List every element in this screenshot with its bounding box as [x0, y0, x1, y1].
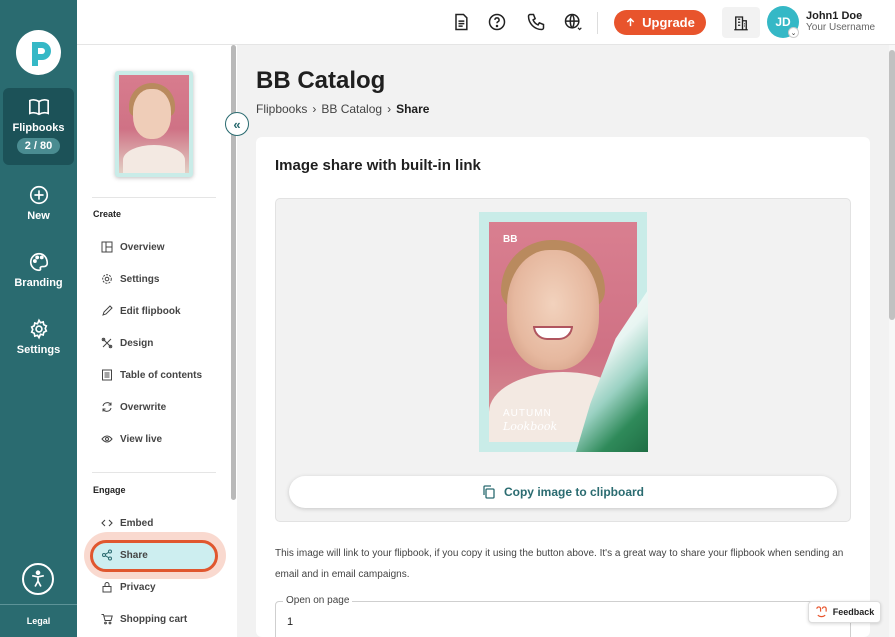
share-description: This image will link to your flipbook, i…: [275, 548, 844, 580]
chevron-right-icon: ›: [312, 102, 317, 116]
feedback-icon: [815, 605, 827, 617]
main-scrollbar[interactable]: [889, 45, 895, 637]
sidebar-item-overwrite[interactable]: Overwrite: [101, 398, 166, 416]
app-logo-icon[interactable]: [16, 30, 61, 75]
open-on-page-label: Open on page: [283, 595, 353, 606]
sidebar-item-share[interactable]: Share: [101, 546, 148, 564]
eye-icon: [101, 435, 113, 443]
breadcrumb-flipbooks[interactable]: Flipbooks: [256, 102, 307, 116]
rail-divider: [0, 604, 77, 605]
sidebar-item-label: Table of contents: [120, 369, 203, 381]
help-icon[interactable]: [487, 12, 507, 32]
collapse-sidebar-button[interactable]: «: [225, 112, 249, 136]
language-globe-icon[interactable]: [563, 12, 583, 32]
layout-icon: [101, 241, 113, 253]
copy-image-button[interactable]: Copy image to clipboard: [289, 476, 837, 508]
rail-item-label: Branding: [14, 277, 63, 289]
page-title: BB Catalog: [256, 67, 386, 94]
scrollbar-thumb[interactable]: [889, 50, 895, 320]
sidebar-item-table-of-contents[interactable]: Table of contents: [101, 366, 202, 384]
lock-icon: [102, 582, 112, 593]
sidebar-item-privacy[interactable]: Privacy: [101, 578, 156, 596]
sidebar-item-label: Share: [120, 549, 148, 561]
rail-item-label: Flipbooks: [12, 122, 65, 134]
rail-item-flipbooks[interactable]: Flipbooks 2 / 80: [3, 88, 74, 165]
book-open-icon: [28, 99, 49, 116]
cover-subtitle: Lookbook: [503, 420, 558, 433]
rail-item-settings[interactable]: Settings: [0, 318, 77, 356]
sidebar-item-edit-flipbook[interactable]: Edit flipbook: [101, 302, 181, 320]
breadcrumb-catalog[interactable]: BB Catalog: [321, 102, 382, 116]
design-tools-icon: [101, 337, 113, 349]
arrow-up-icon: [626, 17, 635, 27]
card-title: Image share with built-in link: [275, 157, 481, 174]
code-icon: [101, 519, 113, 527]
upgrade-button[interactable]: Upgrade: [614, 10, 706, 35]
gear-icon: [102, 274, 112, 284]
sidebar-item-design[interactable]: Design: [101, 334, 153, 352]
section-title-engage: Engage: [93, 485, 126, 495]
breadcrumb-current: Share: [396, 102, 430, 116]
sidebar-item-view-live[interactable]: View live: [101, 430, 162, 448]
sidebar-item-settings[interactable]: Settings: [101, 270, 159, 288]
user-username: Your Username: [806, 22, 876, 33]
sidebar-item-shopping-cart[interactable]: Shopping cart: [101, 610, 187, 628]
sidebar-item-label: Privacy: [120, 581, 156, 593]
copy-image-label: Copy image to clipboard: [503, 485, 644, 499]
topbar-divider: [597, 12, 598, 34]
rail-item-label: Settings: [16, 344, 61, 356]
accessibility-icon[interactable]: [22, 563, 54, 595]
breadcrumb: Flipbooks › BB Catalog › Share: [256, 102, 429, 116]
flipbook-count-badge: 2 / 80: [16, 138, 61, 154]
organization-button[interactable]: [722, 7, 760, 38]
double-chevron-left-icon: «: [233, 116, 241, 132]
sidebar-item-label: Overwrite: [120, 401, 167, 413]
copy-icon: [483, 485, 495, 499]
legal-link[interactable]: Legal: [0, 616, 77, 626]
open-on-page-field[interactable]: [275, 601, 851, 637]
cart-icon: [101, 614, 113, 625]
user-name[interactable]: John1 Doe: [806, 10, 862, 22]
cover-image: [119, 75, 189, 173]
chevron-right-icon: ›: [387, 102, 392, 116]
sidebar-item-label: Overview: [120, 241, 165, 253]
section-title-create: Create: [93, 209, 122, 219]
sidebar-item-overview[interactable]: Overview: [101, 238, 164, 256]
sidebar-item-label: View live: [120, 433, 163, 445]
sidebar-item-label: Embed: [120, 517, 154, 529]
feedback-label: Feedback: [832, 607, 875, 617]
pencil-icon: [102, 305, 113, 316]
building-icon: [734, 15, 748, 30]
sidebar-divider: [92, 472, 216, 473]
sidebar-item-label: Shopping cart: [120, 613, 188, 625]
list-icon: [102, 369, 112, 381]
rail-item-label: New: [27, 210, 50, 222]
chevron-down-icon[interactable]: ⌄: [788, 27, 799, 38]
top-bar: Upgrade JD ⌄ John1 Doe Your Username: [77, 0, 895, 45]
open-on-page-value[interactable]: 1: [287, 616, 293, 628]
palette-icon: [29, 252, 48, 272]
gear-icon: [30, 318, 47, 340]
cover-title: AUTUMN: [503, 408, 552, 419]
rail-item-branding[interactable]: Branding: [0, 251, 77, 289]
sidebar-item-embed[interactable]: Embed: [101, 514, 153, 532]
share-icon: [102, 549, 112, 561]
sidebar-item-label: Settings: [120, 273, 160, 285]
sidebar-divider: [92, 197, 216, 198]
sidebar-item-label: Design: [120, 337, 154, 349]
plus-circle-icon: [29, 185, 48, 205]
phone-icon[interactable]: [526, 12, 546, 32]
cover-brand-logo: BB: [503, 234, 518, 245]
main-rail: Flipbooks 2 / 80 New Branding Settings L…: [0, 0, 77, 637]
upgrade-label: Upgrade: [642, 15, 695, 30]
rail-item-new[interactable]: New: [0, 184, 77, 222]
flipbook-thumbnail[interactable]: [115, 71, 193, 177]
feedback-button[interactable]: Feedback: [808, 601, 881, 623]
sidebar-item-label: Edit flipbook: [120, 305, 181, 317]
refresh-icon: [102, 402, 112, 412]
document-icon[interactable]: [451, 12, 471, 32]
